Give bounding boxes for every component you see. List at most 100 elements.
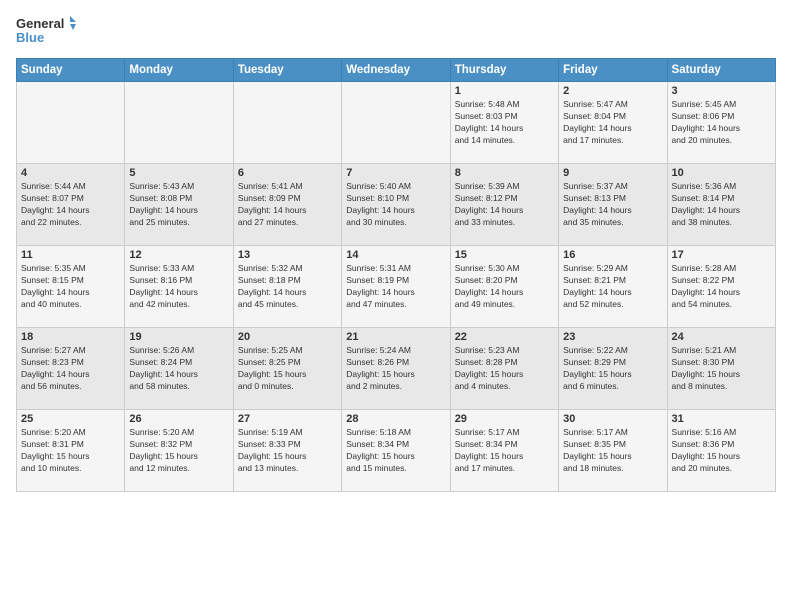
day-number: 26: [129, 413, 228, 425]
day-number: 3: [672, 85, 771, 97]
day-number: 9: [563, 167, 662, 179]
header: General Blue: [16, 12, 776, 50]
day-info: Sunrise: 5:17 AM Sunset: 8:35 PM Dayligh…: [563, 427, 662, 475]
day-info: Sunrise: 5:22 AM Sunset: 8:29 PM Dayligh…: [563, 345, 662, 393]
day-cell: 5 Sunrise: 5:43 AM Sunset: 8:08 PM Daylig…: [125, 164, 233, 246]
day-number: 2: [563, 85, 662, 97]
col-header-tuesday: Tuesday: [233, 59, 341, 82]
day-number: 7: [346, 167, 445, 179]
week-row-5: 25 Sunrise: 5:20 AM Sunset: 8:31 PM Dayli…: [17, 410, 776, 492]
day-cell: [17, 82, 125, 164]
day-number: 5: [129, 167, 228, 179]
col-header-thursday: Thursday: [450, 59, 558, 82]
day-number: 19: [129, 331, 228, 343]
day-cell: 4 Sunrise: 5:44 AM Sunset: 8:07 PM Daylig…: [17, 164, 125, 246]
day-number: 29: [455, 413, 554, 425]
day-number: 11: [21, 249, 120, 261]
day-number: 17: [672, 249, 771, 261]
logo-svg: General Blue: [16, 12, 76, 50]
day-number: 16: [563, 249, 662, 261]
day-info: Sunrise: 5:18 AM Sunset: 8:34 PM Dayligh…: [346, 427, 445, 475]
day-cell: [125, 82, 233, 164]
day-cell: 2 Sunrise: 5:47 AM Sunset: 8:04 PM Daylig…: [559, 82, 667, 164]
day-info: Sunrise: 5:20 AM Sunset: 8:31 PM Dayligh…: [21, 427, 120, 475]
day-cell: 13Sunrise: 5:32 AM Sunset: 8:18 PM Dayli…: [233, 246, 341, 328]
day-info: Sunrise: 5:31 AM Sunset: 8:19 PM Dayligh…: [346, 263, 445, 311]
day-info: Sunrise: 5:28 AM Sunset: 8:22 PM Dayligh…: [672, 263, 771, 311]
day-cell: 19Sunrise: 5:26 AM Sunset: 8:24 PM Dayli…: [125, 328, 233, 410]
day-number: 27: [238, 413, 337, 425]
day-cell: 26Sunrise: 5:20 AM Sunset: 8:32 PM Dayli…: [125, 410, 233, 492]
day-cell: [233, 82, 341, 164]
day-info: Sunrise: 5:41 AM Sunset: 8:09 PM Dayligh…: [238, 181, 337, 229]
day-cell: 23 Sunrise: 5:22 AM Sunset: 8:29 PM Dayli…: [559, 328, 667, 410]
day-number: 18: [21, 331, 120, 343]
day-info: Sunrise: 5:39 AM Sunset: 8:12 PM Dayligh…: [455, 181, 554, 229]
calendar-table: SundayMondayTuesdayWednesdayThursdayFrid…: [16, 58, 776, 492]
day-info: Sunrise: 5:37 AM Sunset: 8:13 PM Dayligh…: [563, 181, 662, 229]
day-cell: 11 Sunrise: 5:35 AM Sunset: 8:15 PM Dayli…: [17, 246, 125, 328]
day-number: 21: [346, 331, 445, 343]
day-number: 12: [129, 249, 228, 261]
day-number: 28: [346, 413, 445, 425]
day-cell: 28 Sunrise: 5:18 AM Sunset: 8:34 PM Dayli…: [342, 410, 450, 492]
day-cell: 31Sunrise: 5:16 AM Sunset: 8:36 PM Dayli…: [667, 410, 775, 492]
day-cell: 3 Sunrise: 5:45 AM Sunset: 8:06 PM Daylig…: [667, 82, 775, 164]
day-info: Sunrise: 5:35 AM Sunset: 8:15 PM Dayligh…: [21, 263, 120, 311]
day-number: 4: [21, 167, 120, 179]
day-number: 15: [455, 249, 554, 261]
day-info: Sunrise: 5:47 AM Sunset: 8:04 PM Dayligh…: [563, 99, 662, 147]
header-row: SundayMondayTuesdayWednesdayThursdayFrid…: [17, 59, 776, 82]
day-number: 25: [21, 413, 120, 425]
day-info: Sunrise: 5:33 AM Sunset: 8:16 PM Dayligh…: [129, 263, 228, 311]
day-info: Sunrise: 5:40 AM Sunset: 8:10 PM Dayligh…: [346, 181, 445, 229]
day-info: Sunrise: 5:24 AM Sunset: 8:26 PM Dayligh…: [346, 345, 445, 393]
calendar-page: General Blue SundayMondayTuesdayWednesda…: [0, 0, 792, 612]
day-info: Sunrise: 5:16 AM Sunset: 8:36 PM Dayligh…: [672, 427, 771, 475]
day-info: Sunrise: 5:30 AM Sunset: 8:20 PM Dayligh…: [455, 263, 554, 311]
day-cell: 30 Sunrise: 5:17 AM Sunset: 8:35 PM Dayli…: [559, 410, 667, 492]
day-cell: 9 Sunrise: 5:37 AM Sunset: 8:13 PM Daylig…: [559, 164, 667, 246]
day-number: 23: [563, 331, 662, 343]
day-cell: 15 Sunrise: 5:30 AM Sunset: 8:20 PM Dayli…: [450, 246, 558, 328]
col-header-sunday: Sunday: [17, 59, 125, 82]
week-row-2: 4 Sunrise: 5:44 AM Sunset: 8:07 PM Daylig…: [17, 164, 776, 246]
day-info: Sunrise: 5:25 AM Sunset: 8:25 PM Dayligh…: [238, 345, 337, 393]
col-header-wednesday: Wednesday: [342, 59, 450, 82]
day-cell: [342, 82, 450, 164]
day-info: Sunrise: 5:21 AM Sunset: 8:30 PM Dayligh…: [672, 345, 771, 393]
day-cell: 12 Sunrise: 5:33 AM Sunset: 8:16 PM Dayli…: [125, 246, 233, 328]
day-number: 10: [672, 167, 771, 179]
day-info: Sunrise: 5:32 AM Sunset: 8:18 PM Dayligh…: [238, 263, 337, 311]
logo: General Blue: [16, 12, 76, 50]
svg-text:General: General: [16, 16, 64, 31]
day-number: 8: [455, 167, 554, 179]
day-number: 1: [455, 85, 554, 97]
day-info: Sunrise: 5:19 AM Sunset: 8:33 PM Dayligh…: [238, 427, 337, 475]
day-cell: 27 Sunrise: 5:19 AM Sunset: 8:33 PM Dayli…: [233, 410, 341, 492]
day-info: Sunrise: 5:43 AM Sunset: 8:08 PM Dayligh…: [129, 181, 228, 229]
day-info: Sunrise: 5:23 AM Sunset: 8:28 PM Dayligh…: [455, 345, 554, 393]
day-cell: 21 Sunrise: 5:24 AM Sunset: 8:26 PM Dayli…: [342, 328, 450, 410]
week-row-1: 1 Sunrise: 5:48 AM Sunset: 8:03 PM Daylig…: [17, 82, 776, 164]
col-header-friday: Friday: [559, 59, 667, 82]
day-cell: 20Sunrise: 5:25 AM Sunset: 8:25 PM Dayli…: [233, 328, 341, 410]
day-number: 30: [563, 413, 662, 425]
day-cell: 7 Sunrise: 5:40 AM Sunset: 8:10 PM Daylig…: [342, 164, 450, 246]
day-cell: 1 Sunrise: 5:48 AM Sunset: 8:03 PM Daylig…: [450, 82, 558, 164]
day-info: Sunrise: 5:45 AM Sunset: 8:06 PM Dayligh…: [672, 99, 771, 147]
week-row-4: 18 Sunrise: 5:27 AM Sunset: 8:23 PM Dayli…: [17, 328, 776, 410]
week-row-3: 11 Sunrise: 5:35 AM Sunset: 8:15 PM Dayli…: [17, 246, 776, 328]
day-cell: 14 Sunrise: 5:31 AM Sunset: 8:19 PM Dayli…: [342, 246, 450, 328]
day-cell: 25 Sunrise: 5:20 AM Sunset: 8:31 PM Dayli…: [17, 410, 125, 492]
day-number: 6: [238, 167, 337, 179]
day-info: Sunrise: 5:48 AM Sunset: 8:03 PM Dayligh…: [455, 99, 554, 147]
day-cell: 24Sunrise: 5:21 AM Sunset: 8:30 PM Dayli…: [667, 328, 775, 410]
day-cell: 8 Sunrise: 5:39 AM Sunset: 8:12 PM Daylig…: [450, 164, 558, 246]
svg-text:Blue: Blue: [16, 30, 44, 45]
day-cell: 18 Sunrise: 5:27 AM Sunset: 8:23 PM Dayli…: [17, 328, 125, 410]
day-info: Sunrise: 5:44 AM Sunset: 8:07 PM Dayligh…: [21, 181, 120, 229]
day-info: Sunrise: 5:29 AM Sunset: 8:21 PM Dayligh…: [563, 263, 662, 311]
day-info: Sunrise: 5:27 AM Sunset: 8:23 PM Dayligh…: [21, 345, 120, 393]
day-number: 14: [346, 249, 445, 261]
